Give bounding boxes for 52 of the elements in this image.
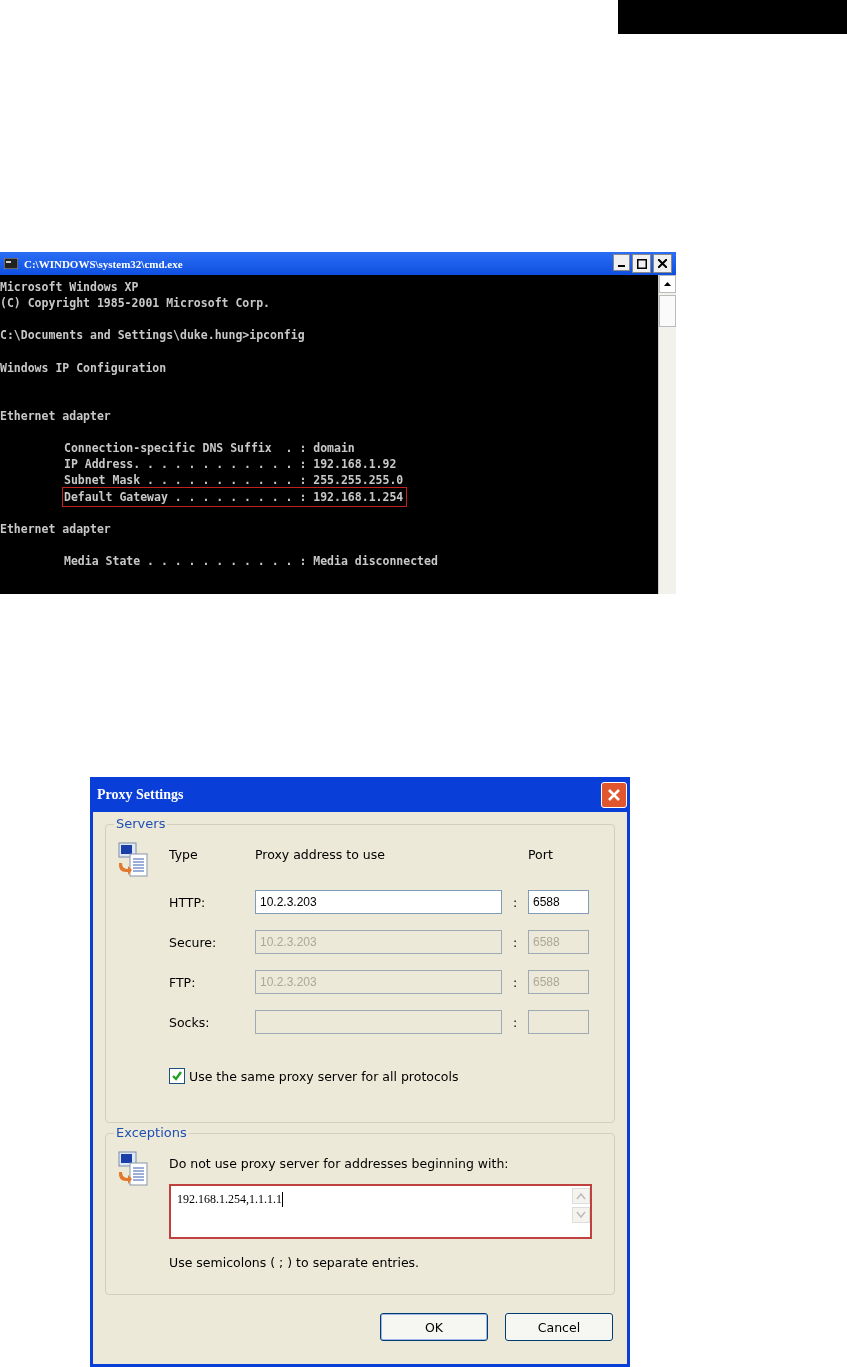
window-title: C:\WINDOWS\system32\cmd.exe bbox=[24, 257, 183, 270]
checkmark-icon bbox=[170, 1069, 184, 1082]
console-line: Ethernet adapter bbox=[0, 520, 111, 538]
console-line: Default Gateway . . . . . . . . . : 192.168.1.254 bbox=[64, 488, 406, 505]
console-icon bbox=[4, 258, 18, 269]
close-button[interactable] bbox=[653, 254, 672, 273]
console-line: Subnet Mask . . . . . . . . . . . : 255.255.255.0 bbox=[64, 472, 404, 489]
checkbox[interactable] bbox=[169, 1068, 185, 1084]
minimize-button[interactable] bbox=[613, 254, 630, 271]
address-field[interactable]: 10.2.3.203 bbox=[255, 890, 502, 914]
port-field: 6588 bbox=[528, 930, 589, 954]
scroll-up-button[interactable] bbox=[659, 275, 676, 293]
field-label: Do not use proxy server for addresses beginning with: bbox=[169, 1156, 510, 1171]
ok-button[interactable]: OK bbox=[380, 1313, 488, 1341]
field-label: HTTP: bbox=[169, 894, 207, 910]
console-line: IP Address. . . . . . . . . . . . : 192.168.1.92 bbox=[64, 456, 397, 473]
console-line: Media State . . . . . . . . . . . : Media disconnected bbox=[64, 553, 438, 570]
cancel-button[interactable]: Cancel bbox=[505, 1313, 613, 1341]
separator-colon: : bbox=[511, 894, 519, 910]
network-settings-icon bbox=[116, 841, 149, 877]
port-field[interactable]: 6588 bbox=[528, 890, 589, 914]
network-settings-icon bbox=[116, 1150, 149, 1186]
address-field: 10.2.3.203 bbox=[255, 970, 502, 994]
console-line: Windows IP Configuration bbox=[0, 359, 167, 376]
hint-text: Use semicolons ( ; ) to separate entries. bbox=[169, 1255, 421, 1270]
column-header: Type bbox=[169, 847, 199, 862]
group-label: Servers bbox=[114, 816, 168, 831]
maximize-button[interactable] bbox=[632, 254, 651, 273]
field-label: Secure: bbox=[169, 934, 218, 950]
port-field: 6588 bbox=[528, 970, 589, 994]
close-icon bbox=[658, 259, 667, 268]
console-line: Ethernet adapter bbox=[0, 407, 111, 424]
console-line: (C) Copyright 1985-2001 Microsoft Corp. bbox=[0, 295, 271, 312]
separator-colon: : bbox=[511, 934, 519, 950]
column-header: Port bbox=[528, 847, 554, 862]
checkbox-label: Use the same proxy server for all protocols bbox=[189, 1068, 459, 1084]
dialog-title: Proxy Settings bbox=[97, 786, 184, 803]
scroll-thumb[interactable] bbox=[659, 295, 676, 327]
console-line: C:\Documents and Settings\duke.hung>ipconfig bbox=[0, 327, 305, 344]
minimize-icon bbox=[618, 265, 625, 267]
column-header: Proxy address to use bbox=[255, 847, 386, 862]
console-line: Connection-specific DNS Suffix . : domain bbox=[64, 440, 355, 457]
group-label: Exceptions bbox=[114, 1125, 189, 1140]
separator-colon: : bbox=[511, 1014, 519, 1030]
maximize-icon bbox=[636, 258, 647, 269]
scrollbar[interactable] bbox=[658, 275, 676, 594]
address-field: 10.2.3.203 bbox=[255, 930, 502, 954]
field-label: FTP: bbox=[169, 974, 197, 990]
console-line: Microsoft Windows XP bbox=[0, 279, 139, 296]
port-field bbox=[528, 1010, 589, 1034]
field-label: Socks: bbox=[169, 1014, 211, 1030]
separator-colon: : bbox=[511, 974, 519, 990]
